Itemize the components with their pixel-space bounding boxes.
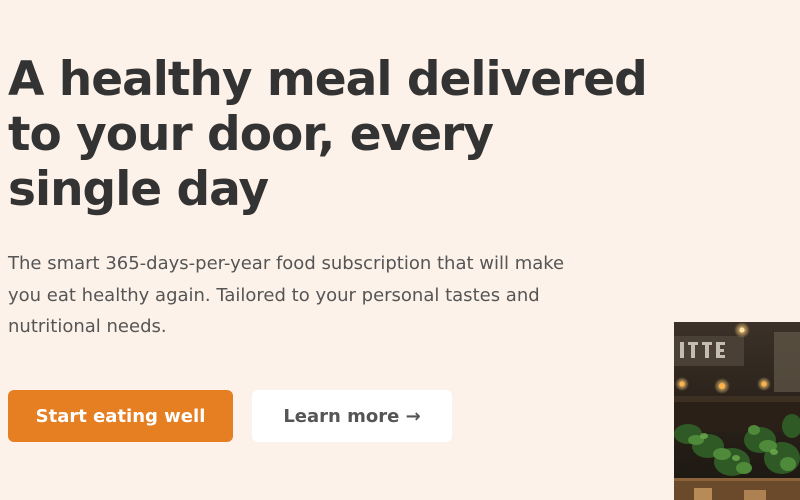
start-eating-well-button[interactable]: Start eating well [8, 390, 233, 442]
hero-title: A healthy meal delivered to your door, e… [8, 52, 648, 217]
hero-image [674, 322, 800, 500]
restaurant-photo [674, 322, 800, 500]
hero-description: The smart 365-days-per-year food subscri… [8, 253, 565, 337]
learn-more-button[interactable]: Learn more → [252, 390, 452, 442]
hero-section: A healthy meal delivered to your door, e… [0, 0, 800, 500]
